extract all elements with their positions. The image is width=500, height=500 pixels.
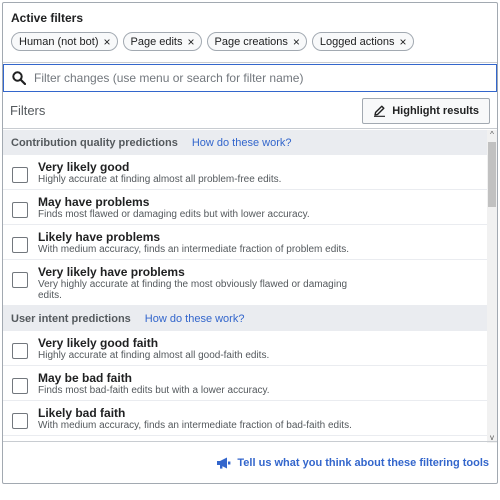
- filter-item-label: May have problems: [38, 195, 150, 209]
- chip-label: Page creations: [214, 35, 288, 48]
- group-header-user-intent: User intent predictions How do these wor…: [3, 306, 489, 331]
- scroll-up-arrow-icon[interactable]: ^: [487, 130, 497, 140]
- group-title: Contribution quality predictions: [11, 136, 178, 149]
- chip-remove-icon[interactable]: ×: [103, 36, 110, 48]
- checkbox[interactable]: [12, 343, 28, 359]
- feedback-link[interactable]: Tell us what you think about these filte…: [216, 457, 489, 469]
- filter-chip-page-creations[interactable]: Page creations ×: [206, 32, 307, 51]
- filter-item-description: Finds most bad-faith edits but with a lo…: [38, 385, 270, 396]
- highlight-results-label: Highlight results: [392, 104, 479, 117]
- checkbox[interactable]: [12, 237, 28, 253]
- checkbox[interactable]: [12, 413, 28, 429]
- filter-item-may-have-problems[interactable]: May have problems Finds most flawed or d…: [3, 190, 489, 225]
- active-filters-title: Active filters: [11, 11, 84, 25]
- filter-item-very-likely-good-faith[interactable]: Very likely good faith Highly accurate a…: [3, 331, 489, 366]
- group-header-contribution-quality: Contribution quality predictions How do …: [3, 130, 489, 155]
- filter-item-label: May be bad faith: [38, 371, 133, 385]
- pencil-icon: [374, 105, 386, 117]
- filter-chips: Human (not bot) × Page edits × Page crea…: [11, 32, 489, 51]
- filter-item-text: Likely have problems With medium accurac…: [38, 230, 483, 255]
- filter-item-label: Likely have problems: [38, 230, 161, 244]
- filters-header: Filters Highlight results: [3, 93, 497, 129]
- filter-item-text: May have problems Finds most flawed or d…: [38, 195, 483, 220]
- active-filters-area: Active filters Human (not bot) × Page ed…: [3, 3, 497, 63]
- filter-item-label: Likely bad faith: [38, 406, 126, 420]
- checkbox[interactable]: [12, 202, 28, 218]
- group-title: User intent predictions: [11, 312, 131, 325]
- filter-list: Contribution quality predictions How do …: [3, 130, 489, 443]
- filters-label: Filters: [10, 103, 46, 118]
- filter-item-very-likely-good[interactable]: Very likely good Highly accurate at find…: [3, 155, 489, 190]
- highlight-results-button[interactable]: Highlight results: [362, 97, 490, 124]
- how-do-these-work-link[interactable]: How do these work?: [145, 313, 245, 325]
- filter-item-text: Likely bad faith With medium accuracy, f…: [38, 406, 483, 431]
- how-do-these-work-link[interactable]: How do these work?: [192, 137, 292, 149]
- panel-footer: Tell us what you think about these filte…: [3, 441, 497, 483]
- checkbox[interactable]: [12, 167, 28, 183]
- filter-item-description: With medium accuracy, finds an intermedi…: [38, 244, 350, 255]
- filter-item-text: Very likely have problems Very highly ac…: [38, 265, 483, 301]
- search-input[interactable]: [34, 71, 474, 85]
- scroll-thumb[interactable]: [488, 142, 496, 207]
- filter-chip-human-not-bot[interactable]: Human (not bot) ×: [11, 32, 118, 51]
- filter-item-very-likely-have-problems[interactable]: Very likely have problems Very highly ac…: [3, 260, 489, 306]
- filter-search-box[interactable]: [3, 64, 497, 92]
- checkbox[interactable]: [12, 378, 28, 394]
- filter-item-label: Very likely good: [38, 160, 130, 174]
- filter-item-likely-have-problems[interactable]: Likely have problems With medium accurac…: [3, 225, 489, 260]
- filter-item-text: Very likely good Highly accurate at find…: [38, 160, 483, 185]
- filter-item-label: Very likely good faith: [38, 336, 159, 350]
- filter-item-description: Highly accurate at finding almost all go…: [38, 350, 270, 361]
- filters-panel: Active filters Human (not bot) × Page ed…: [2, 2, 498, 484]
- filter-chip-page-edits[interactable]: Page edits ×: [122, 32, 202, 51]
- feedback-link-label: Tell us what you think about these filte…: [237, 456, 489, 469]
- filter-item-description: With medium accuracy, finds an intermedi…: [38, 420, 352, 431]
- filter-item-label: Very likely have problems: [38, 265, 185, 279]
- filter-item-description: Finds most flawed or damaging edits but …: [38, 209, 310, 220]
- chip-remove-icon[interactable]: ×: [400, 36, 407, 48]
- filter-item-description: Very highly accurate at finding the most…: [38, 279, 348, 301]
- chip-remove-icon[interactable]: ×: [293, 36, 300, 48]
- list-scrollbar[interactable]: ^ v: [487, 130, 497, 443]
- filter-chip-logged-actions[interactable]: Logged actions ×: [311, 32, 414, 51]
- filter-item-text: Very likely good faith Highly accurate a…: [38, 336, 483, 361]
- chip-label: Human (not bot): [19, 35, 99, 48]
- search-icon: [12, 71, 26, 85]
- megaphone-icon: [217, 457, 231, 469]
- chip-label: Page edits: [130, 35, 183, 48]
- filter-item-text: May be bad faith Finds most bad-faith ed…: [38, 371, 483, 396]
- chip-remove-icon[interactable]: ×: [187, 36, 194, 48]
- filter-item-description: Highly accurate at finding almost all pr…: [38, 174, 282, 185]
- checkbox[interactable]: [12, 272, 28, 288]
- filter-item-may-be-bad-faith[interactable]: May be bad faith Finds most bad-faith ed…: [3, 366, 489, 401]
- chip-label: Logged actions: [319, 35, 395, 48]
- filter-item-likely-bad-faith[interactable]: Likely bad faith With medium accuracy, f…: [3, 401, 489, 436]
